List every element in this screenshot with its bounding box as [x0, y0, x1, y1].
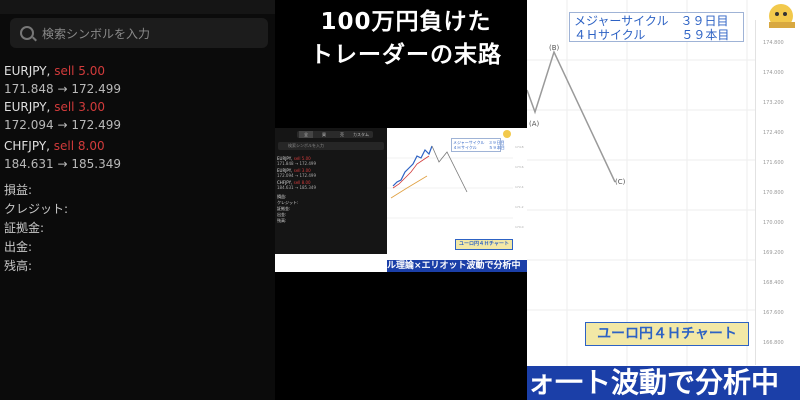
- mini-tab-all[interactable]: 全: [299, 131, 313, 138]
- mini-price-line: [392, 145, 433, 187]
- mini-tab-sell[interactable]: 売: [335, 131, 349, 138]
- mini-price-to: 172.499: [299, 161, 317, 166]
- svg-text:174.8: 174.8: [515, 145, 524, 149]
- mini-label-credit: クレジット:: [277, 200, 299, 205]
- mini-arrow: →: [294, 161, 299, 166]
- mini-tab-bar: 全 買 売 カスタム: [297, 131, 373, 138]
- mini-tab-buy[interactable]: 買: [317, 131, 331, 138]
- search-icon: [20, 26, 34, 40]
- mini-label-margin: 証拠金:: [277, 206, 291, 211]
- mini-trade-panel: 全 買 売 カスタム 検索シンボルを入力 EURJPY, sell 5.00 1…: [275, 128, 387, 254]
- label-balance: 残高:: [4, 259, 33, 273]
- mini-subtitle-banner: ル理論×エリオット波動で分析中: [387, 260, 527, 272]
- chart-name-badge: ユーロ円４Ｈチャート: [585, 322, 749, 346]
- mini-price-from: 172.094: [277, 173, 294, 178]
- embedded-screenshot: 全 買 売 カスタム 検索シンボルを入力 EURJPY, sell 5.00 1…: [275, 128, 527, 272]
- price-from: 184.631: [4, 157, 54, 171]
- mini-position-prices: 184.631 → 185.349: [277, 185, 316, 190]
- position-row[interactable]: CHFJPY, sell 8.00: [4, 139, 105, 153]
- price-arrow: →: [57, 157, 68, 171]
- title-line-2: トレーダーの末路: [310, 42, 502, 68]
- mini-moving-average: [390, 175, 428, 199]
- symbol-search-input[interactable]: 検索シンボルを入力: [10, 18, 268, 48]
- price-axis[interactable]: [755, 20, 800, 365]
- position-side: sell 3.00: [54, 100, 106, 114]
- price-from: 172.094: [4, 118, 54, 132]
- position-symbol: EURJPY,: [4, 64, 51, 78]
- svg-text:171.2: 171.2: [515, 205, 524, 209]
- position-prices: 184.631 → 185.349: [4, 157, 121, 171]
- wave-label-c: (C): [615, 178, 626, 186]
- panel-header: [0, 0, 275, 14]
- svg-text:170.0: 170.0: [515, 225, 524, 229]
- position-row[interactable]: EURJPY, sell 5.00: [4, 64, 105, 78]
- mini-search-input[interactable]: 検索シンボルを入力: [278, 142, 384, 150]
- mini-price-to: 172.499: [299, 173, 317, 178]
- cycle-info-badge: メジャーサイクル ３９日目 ４Ｈサイクル ５９本目: [569, 12, 744, 42]
- mini-wave-projection: [431, 145, 468, 193]
- subtitle-banner: ォ一ト波動で分析中: [527, 366, 800, 400]
- euro-yen-chart[interactable]: (B) (A) (C) 174.800 174.000 173.200 172.40…: [527, 0, 800, 400]
- h4-cycle-text: ４Ｈサイクル ５９本目: [574, 28, 730, 42]
- price-to: 185.349: [71, 157, 121, 171]
- mini-chart-name-badge: ユーロ円４Ｈチャート: [455, 239, 513, 250]
- label-withdrawal: 出金:: [4, 240, 33, 254]
- mini-tab-custom[interactable]: カスタム: [351, 131, 371, 138]
- mini-cycle-badge: メジャーサイクル ３９日目 ４Ｈサイクル ５９本目: [451, 138, 505, 152]
- label-profit: 損益:: [4, 183, 33, 197]
- mini-label-profit: 損益:: [277, 194, 287, 199]
- mini-label-balance: 残高:: [277, 218, 287, 223]
- mini-price-from: 184.631: [277, 185, 294, 190]
- position-row[interactable]: EURJPY, sell 3.00: [4, 100, 105, 114]
- video-title: 100万円負けた トレーダーの末路: [292, 6, 520, 72]
- mini-h4-cycle: ４Ｈサイクル ５９本目: [453, 145, 505, 150]
- price-from: 171.848: [4, 82, 54, 96]
- mini-label-withdrawal: 出金:: [277, 212, 287, 217]
- svg-text:172.4: 172.4: [515, 185, 524, 189]
- position-side: sell 8.00: [53, 139, 105, 153]
- price-to: 172.499: [71, 118, 121, 132]
- mini-price-from: 171.848: [277, 161, 294, 166]
- label-margin: 証拠金:: [4, 221, 45, 235]
- mini-chart: 174.8 173.6 172.4 171.2 170.0 メジャーサイクル ３９日目…: [387, 128, 527, 254]
- mini-position-prices: 172.094 → 172.499: [277, 173, 316, 178]
- major-cycle-text: メジャーサイクル ３９日目: [574, 14, 729, 28]
- trade-panel: 検索シンボルを入力 EURJPY, sell 5.00 171.848 → 17…: [0, 0, 275, 400]
- position-symbol: CHFJPY,: [4, 139, 50, 153]
- mini-price-to: 185.349: [299, 185, 317, 190]
- mini-position-prices: 171.848 → 172.499: [277, 161, 316, 166]
- mini-arrow: →: [294, 185, 299, 190]
- label-credit: クレジット:: [4, 202, 69, 216]
- price-arrow: →: [57, 82, 68, 96]
- svg-text:173.6: 173.6: [515, 165, 524, 169]
- chart-grid: [527, 0, 755, 366]
- wave-label-a: (A): [529, 120, 540, 128]
- position-prices: 172.094 → 172.499: [4, 118, 121, 132]
- search-placeholder: 検索シンボルを入力: [42, 27, 151, 41]
- position-side: sell 5.00: [54, 64, 106, 78]
- mini-price-line-red: [392, 155, 430, 189]
- mascot-avatar: [759, 0, 799, 32]
- wave-label-b: (B): [549, 44, 560, 52]
- position-symbol: EURJPY,: [4, 100, 51, 114]
- price-arrow: →: [57, 118, 68, 132]
- mini-arrow: →: [294, 173, 299, 178]
- mini-price-axis-ticks: 174.8 173.6 172.4 171.2 170.0: [515, 145, 524, 229]
- price-to: 172.499: [71, 82, 121, 96]
- mini-mascot-avatar: [503, 130, 511, 138]
- wave-projection-line: [527, 49, 616, 183]
- position-prices: 171.848 → 172.499: [4, 82, 121, 96]
- title-line-1: 100万円負けた: [320, 9, 492, 35]
